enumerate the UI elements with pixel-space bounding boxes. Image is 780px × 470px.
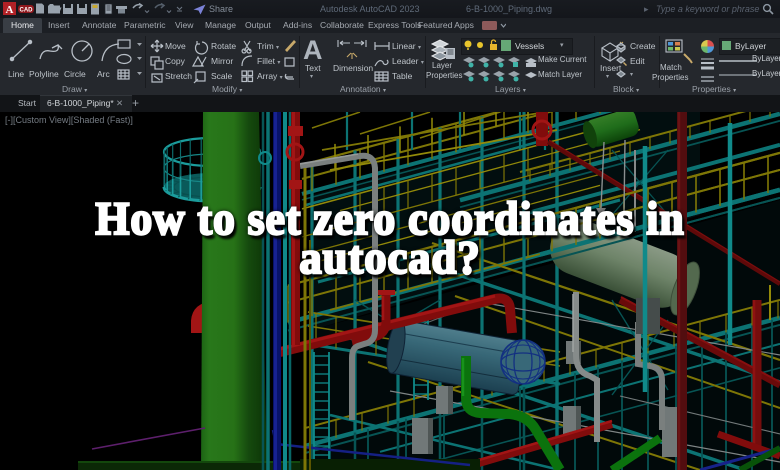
svg-text:CAD: CAD — [20, 8, 34, 14]
svg-text:A: A — [6, 4, 14, 16]
